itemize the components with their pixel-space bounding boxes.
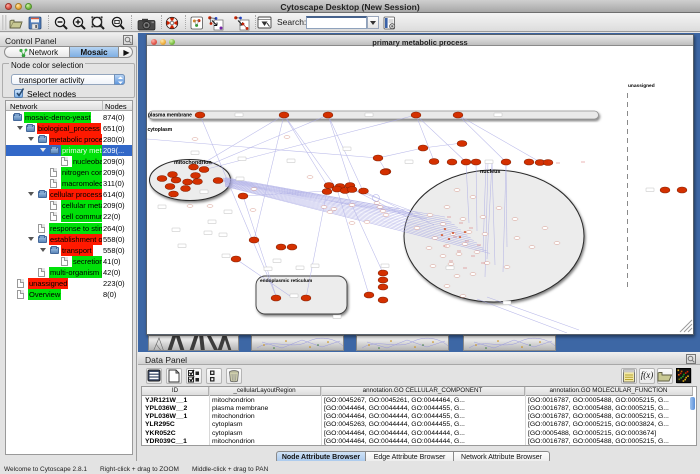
svg-text:unassigned: unassigned [628, 83, 655, 89]
svg-text:nucleus: nucleus [480, 169, 500, 175]
svg-text:plasma membrane: plasma membrane [148, 113, 192, 119]
svg-text:cytoplasm: cytoplasm [148, 127, 173, 133]
svg-text:endoplasmic reticulum: endoplasmic reticulum [260, 278, 312, 284]
